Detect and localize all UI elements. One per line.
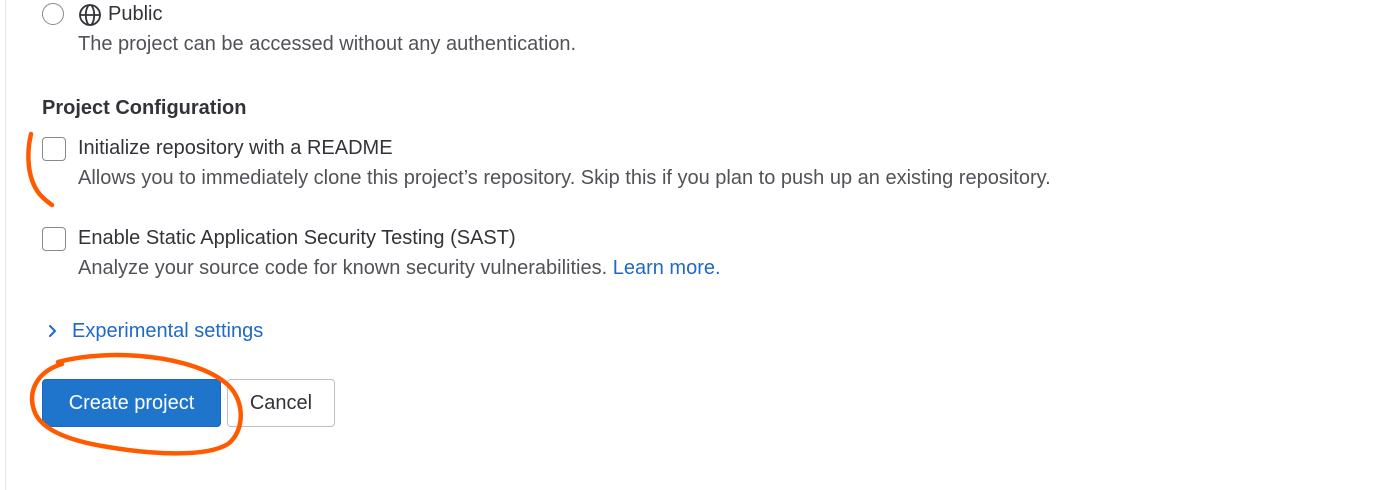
- cancel-button[interactable]: Cancel: [227, 379, 335, 427]
- chevron-right-icon: [49, 325, 56, 337]
- readme-description: Allows you to immediately clone this pro…: [78, 167, 1051, 189]
- new-project-form: Public The project can be accessed witho…: [0, 0, 1395, 490]
- content-divider: [5, 0, 6, 490]
- public-visibility-description: The project can be accessed without any …: [78, 33, 577, 55]
- sast-description: Analyze your source code for known secur…: [78, 256, 721, 280]
- public-visibility-radio[interactable]: [42, 3, 64, 25]
- globe-icon: [79, 4, 101, 26]
- public-visibility-label[interactable]: Public: [108, 2, 162, 26]
- sast-checkbox[interactable]: [42, 227, 66, 251]
- project-configuration-heading: Project Configuration: [42, 97, 247, 119]
- readme-checkbox[interactable]: [42, 137, 66, 161]
- sast-description-text: Analyze your source code for known secur…: [78, 257, 608, 279]
- sast-learn-more-link[interactable]: Learn more.: [613, 257, 721, 279]
- sast-label[interactable]: Enable Static Application Security Testi…: [78, 226, 516, 250]
- experimental-settings-label: Experimental settings: [72, 320, 264, 342]
- readme-label[interactable]: Initialize repository with a README: [78, 136, 393, 160]
- create-project-button[interactable]: Create project: [42, 379, 221, 427]
- experimental-settings-toggle[interactable]: Experimental settings: [44, 318, 263, 344]
